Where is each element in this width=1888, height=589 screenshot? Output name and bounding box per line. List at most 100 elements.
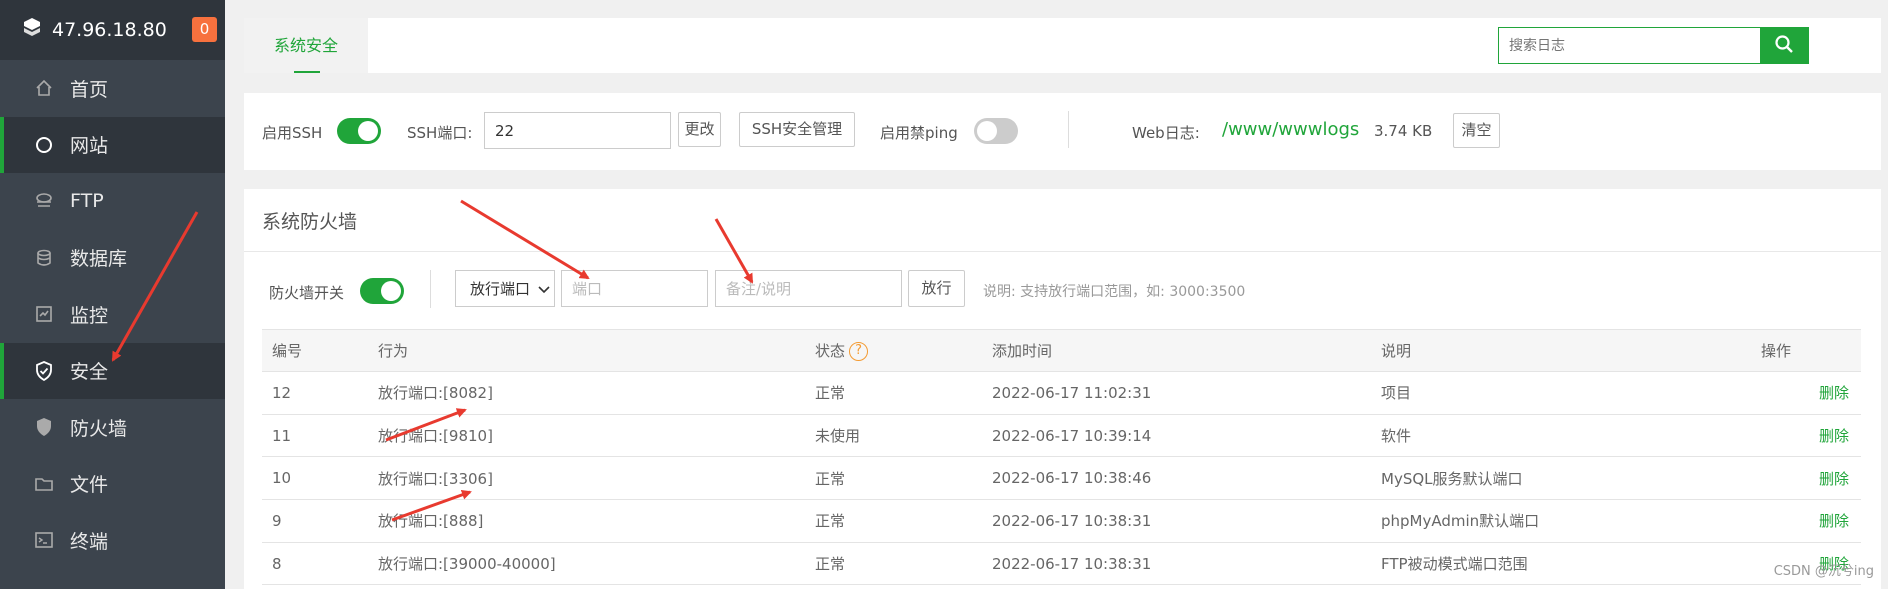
- firewall-panel: 系统防火墙 防火墙开关 放行端口 端口 备注/说明 放行 说明: 支持放行端口范…: [244, 189, 1881, 589]
- select-value: 放行端口: [470, 280, 531, 298]
- delete-link[interactable]: 删除: [1761, 456, 1861, 501]
- firewall-title: 系统防火墙: [262, 211, 358, 233]
- col-id: 编号: [262, 329, 378, 372]
- ssh-enable-label: 启用SSH: [262, 124, 323, 142]
- cell-action: 放行端口:[39000-40000]: [378, 542, 815, 586]
- col-operation: 操作: [1761, 329, 1861, 372]
- cell-added-time: 2022-06-17 10:39:14: [992, 414, 1381, 458]
- firewall-toggle[interactable]: [360, 278, 404, 304]
- sidebar-item-website[interactable]: 网站: [0, 116, 225, 173]
- database-icon: [34, 248, 54, 268]
- home-icon: [34, 78, 54, 98]
- change-port-button[interactable]: 更改: [678, 112, 721, 147]
- ssh-manage-button[interactable]: SSH安全管理: [739, 112, 855, 147]
- cell-added-time: 2022-06-17 10:38:46: [992, 456, 1381, 501]
- sidebar-item-label: 终端: [70, 530, 109, 553]
- help-icon[interactable]: ?: [849, 342, 869, 361]
- server-icon: [22, 17, 42, 43]
- search-button[interactable]: [1760, 28, 1808, 63]
- notification-badge[interactable]: 0: [192, 17, 217, 42]
- ping-toggle[interactable]: [974, 118, 1018, 144]
- cell-action: 放行端口:[9810]: [378, 414, 815, 458]
- sidebar-item-label: 数据库: [70, 248, 128, 271]
- cell-id: 10: [262, 456, 378, 501]
- sidebar-item-security[interactable]: 安全: [0, 342, 225, 399]
- sidebar-item-database[interactable]: 数据库: [0, 230, 225, 287]
- cell-id: 9: [262, 499, 378, 543]
- weblog-path-link[interactable]: /www/wwwlogs: [1222, 119, 1359, 140]
- cell-action: 放行端口:[888]: [378, 499, 815, 543]
- firewall-rules-table: 编号 行为 状态? 添加时间 说明 操作 12 放行端口:[8082] 正常 2…: [262, 329, 1861, 586]
- cell-action: 放行端口:[3306]: [378, 456, 815, 501]
- col-added-time: 添加时间: [992, 329, 1381, 372]
- cell-remark: 项目: [1381, 371, 1761, 415]
- server-ip: 47.96.18.80: [52, 19, 167, 41]
- divider: [244, 251, 1881, 252]
- folder-icon: [34, 474, 54, 494]
- monitor-icon: [34, 304, 54, 324]
- sidebar-item-firewall[interactable]: 防火墙: [0, 399, 225, 456]
- sidebar-item-label: FTP: [70, 190, 104, 213]
- sidebar-item-label: 防火墙: [70, 417, 128, 440]
- table-row: 9 放行端口:[888] 正常 2022-06-17 10:38:31 phpM…: [262, 499, 1861, 543]
- remark-input[interactable]: 备注/说明: [715, 270, 902, 307]
- cell-status: 正常: [815, 456, 992, 501]
- col-status-label: 状态: [815, 342, 846, 360]
- cell-id: 8: [262, 542, 378, 586]
- ssh-toggle[interactable]: [337, 118, 381, 144]
- weblog-label: Web日志:: [1132, 124, 1200, 142]
- col-status: 状态?: [815, 329, 992, 372]
- weblog-size: 3.74 KB: [1374, 122, 1433, 140]
- watermark: CSDN @沉兮ing: [1773, 564, 1874, 579]
- delete-link[interactable]: 删除: [1761, 499, 1861, 543]
- sidebar-item-home[interactable]: 首页: [0, 60, 225, 117]
- search-icon: [1774, 34, 1794, 58]
- clear-log-button[interactable]: 清空: [1453, 113, 1500, 148]
- sidebar-item-label: 网站: [70, 135, 109, 158]
- divider: [430, 270, 431, 308]
- table-row: 12 放行端口:[8082] 正常 2022-06-17 11:02:31 项目…: [262, 371, 1861, 415]
- tab-system-security[interactable]: 系统安全: [244, 18, 368, 73]
- toggle-knob: [977, 121, 997, 141]
- allow-port-button[interactable]: 放行: [908, 270, 965, 307]
- cell-remark: 软件: [1381, 414, 1761, 458]
- cell-status: 正常: [815, 499, 992, 543]
- sidebar-item-label: 首页: [70, 78, 109, 101]
- cell-id: 12: [262, 371, 378, 415]
- firewall-hint: 说明: 支持放行端口范围，如: 3000:3500: [983, 284, 1246, 300]
- cell-added-time: 2022-06-17 10:38:31: [992, 499, 1381, 543]
- firewall-switch-label: 防火墙开关: [269, 284, 345, 302]
- table-row: 8 放行端口:[39000-40000] 正常 2022-06-17 10:38…: [262, 542, 1861, 586]
- cell-status: 正常: [815, 371, 992, 415]
- sidebar-item-label: 监控: [70, 304, 109, 327]
- ftp-server-icon: [34, 191, 54, 211]
- cell-id: 11: [262, 414, 378, 458]
- cell-remark: phpMyAdmin默认端口: [1381, 499, 1761, 543]
- sidebar-item-terminal[interactable]: 终端: [0, 512, 225, 569]
- cell-remark: FTP被动模式端口范围: [1381, 542, 1761, 586]
- sidebar-item-label: 文件: [70, 474, 109, 497]
- table-header-row: 编号 行为 状态? 添加时间 说明 操作: [262, 329, 1861, 372]
- port-input[interactable]: 端口: [561, 270, 708, 307]
- delete-link[interactable]: 删除: [1761, 414, 1861, 458]
- cell-remark: MySQL服务默认端口: [1381, 456, 1761, 501]
- shield-check-icon: [34, 360, 54, 381]
- server-header: 47.96.18.80 0: [0, 0, 225, 60]
- sidebar-item-monitor[interactable]: 监控: [0, 286, 225, 343]
- rule-type-select[interactable]: 放行端口: [455, 270, 555, 307]
- tab-bar: 系统安全: [244, 18, 1881, 73]
- col-action: 行为: [378, 329, 815, 372]
- log-search: [1498, 27, 1809, 64]
- cell-action: 放行端口:[8082]: [378, 371, 815, 415]
- ssh-port-input[interactable]: 22: [484, 112, 671, 149]
- cell-added-time: 2022-06-17 10:38:31: [992, 542, 1381, 586]
- chevron-down-icon: [538, 280, 550, 298]
- divider: [1068, 111, 1069, 148]
- ssh-settings-bar: 启用SSH SSH端口: 22 更改 SSH安全管理 启用禁ping Web日志…: [244, 93, 1881, 170]
- cell-added-time: 2022-06-17 11:02:31: [992, 371, 1381, 415]
- sidebar-item-files[interactable]: 文件: [0, 456, 225, 513]
- sidebar-item-ftp[interactable]: FTP: [0, 173, 225, 230]
- terminal-icon: [34, 530, 54, 550]
- delete-link[interactable]: 删除: [1761, 371, 1861, 415]
- search-input[interactable]: [1499, 28, 1760, 63]
